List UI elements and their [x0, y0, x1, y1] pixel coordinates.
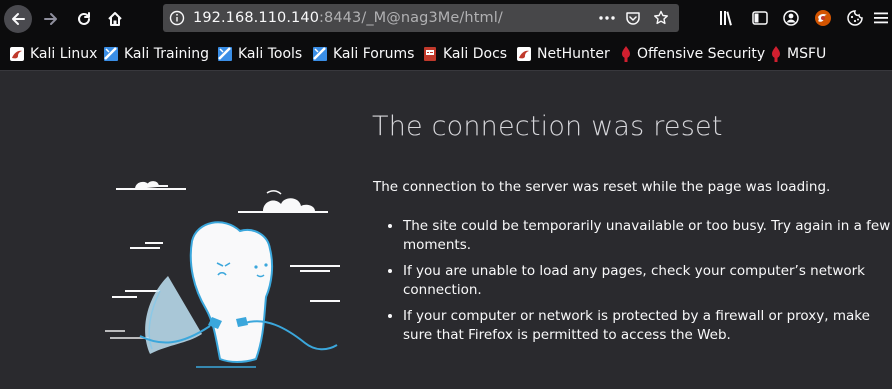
error-title: The connection was reset — [372, 111, 723, 142]
page-actions-icon[interactable] — [598, 10, 616, 26]
bookmark-kali-linux[interactable]: Kali Linux — [9, 45, 97, 63]
back-arrow-icon — [12, 13, 25, 25]
url-host: 192.168.110.140 — [193, 10, 320, 26]
bookmark-star-icon[interactable] — [653, 10, 669, 26]
offsec-icon — [772, 46, 780, 62]
connection-reset-illustration — [105, 181, 340, 368]
account-icon[interactable] — [782, 9, 800, 27]
bookmark-label: NetHunter — [537, 46, 610, 62]
kali-dragon-icon — [517, 47, 531, 61]
url-text[interactable]: 192.168.110.140:8443/_M@nag3Me/html/ — [193, 10, 503, 26]
bookmark-offensive-security[interactable]: Offensive Security — [620, 45, 765, 63]
bookmark-label: Kali Training — [124, 46, 209, 62]
bookmark-label: Kali Tools — [238, 46, 303, 62]
cookie-icon[interactable] — [846, 9, 864, 27]
offsec-icon — [622, 46, 630, 62]
kali-icon — [218, 47, 232, 61]
kali-icon — [104, 47, 118, 61]
bookmark-label: Kali Docs — [443, 46, 508, 62]
error-suggestions-list: The site could be temporarily unavailabl… — [373, 217, 892, 352]
character-body-icon — [189, 221, 274, 363]
library-icon[interactable] — [718, 9, 736, 27]
reload-icon — [78, 12, 90, 25]
home-button[interactable] — [101, 5, 129, 33]
list-item: The site could be temporarily unavailabl… — [403, 217, 892, 255]
site-info-icon[interactable] — [169, 10, 185, 26]
back-button[interactable] — [4, 5, 32, 33]
reload-button[interactable] — [70, 5, 98, 33]
bookmark-msfu[interactable]: MSFU — [770, 45, 826, 63]
forward-button[interactable] — [37, 5, 65, 33]
bookmark-label: MSFU — [787, 46, 827, 62]
sidebar-icon[interactable] — [751, 9, 769, 27]
list-item: If your computer or network is protected… — [403, 307, 892, 345]
cloud-icon — [238, 190, 328, 213]
kali-docs-icon — [424, 47, 436, 61]
bookmark-kali-tools[interactable]: Kali Tools — [217, 45, 302, 63]
bookmark-nethunter[interactable]: NetHunter — [516, 45, 610, 63]
error-page: The connection was reset The connection … — [0, 71, 892, 389]
home-icon — [108, 12, 122, 26]
bookmark-label: Kali Forums — [333, 46, 415, 62]
bookmark-kali-forums[interactable]: Kali Forums — [312, 45, 414, 63]
kali-dragon-icon — [10, 47, 24, 61]
bookmark-kali-docs[interactable]: Kali Docs — [422, 45, 507, 63]
navigation-toolbar: 192.168.110.140:8443/_M@nag3Me/html/ — [0, 0, 892, 38]
extension-icon[interactable] — [814, 9, 832, 27]
error-description: The connection to the server was reset w… — [373, 179, 831, 195]
list-item: If you are unable to load any pages, che… — [403, 262, 892, 300]
bookmarks-toolbar: Kali Linux Kali Training Kali Tools Kali… — [0, 38, 892, 71]
address-bar[interactable]: 192.168.110.140:8443/_M@nag3Me/html/ — [163, 4, 679, 32]
cloud-icon — [116, 181, 186, 190]
bookmark-label: Offensive Security — [637, 46, 766, 62]
bookmark-label: Kali Linux — [30, 46, 98, 62]
kali-icon — [313, 47, 327, 61]
url-path: :8443/_M@nag3Me/html/ — [319, 10, 503, 26]
pocket-icon[interactable] — [625, 10, 641, 26]
bookmark-kali-training[interactable]: Kali Training — [103, 45, 209, 63]
menu-icon[interactable] — [872, 9, 890, 27]
forward-arrow-icon — [44, 13, 57, 25]
